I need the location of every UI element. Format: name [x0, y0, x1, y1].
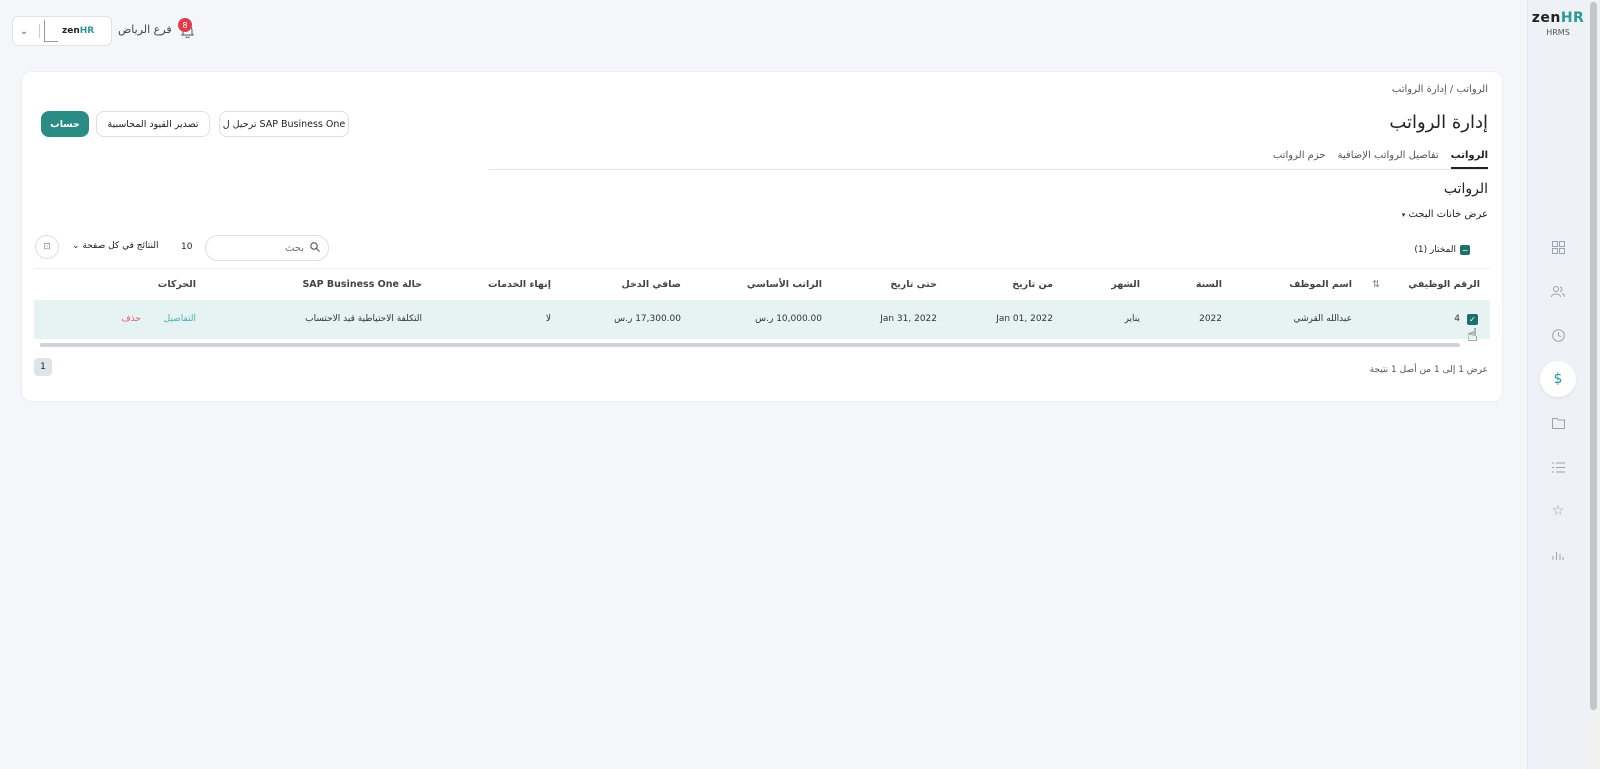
table-horizontal-scrollbar[interactable]: [40, 343, 1460, 347]
company-logo: zenHR: [62, 26, 95, 36]
col-employee-no[interactable]: الرقم الوظيفي: [1408, 279, 1480, 290]
payroll-table: الرقم الوظيفي ⇅ اسم الموظف السنة الشهر م…: [34, 268, 1490, 339]
calculate-button[interactable]: حساب: [41, 111, 89, 137]
per-page-select[interactable]: النتائج في كل صفحة ⌄: [72, 241, 158, 251]
col-month[interactable]: الشهر: [1111, 279, 1140, 290]
selected-count: المختار (1): [1414, 245, 1456, 255]
people-icon[interactable]: [1540, 273, 1576, 309]
selected-filter[interactable]: − المختار (1): [1414, 245, 1470, 255]
payroll-card: الرواتب / إدارة الرواتب إدارة الرواتب حس…: [21, 71, 1503, 402]
cell-employee-no: 4: [1454, 314, 1460, 324]
search-icon: [310, 241, 320, 255]
col-basic-salary[interactable]: الراتب الأساسي: [747, 279, 822, 290]
page-scrollbar[interactable]: [1587, 0, 1600, 769]
page-title: إدارة الرواتب: [1389, 112, 1488, 133]
show-search-fields-toggle[interactable]: عرض خانات البحث ▾: [1402, 209, 1488, 220]
zenhr-logo[interactable]: zenHR HRMS: [1528, 10, 1588, 37]
company-switcher[interactable]: ⌄ zenHR: [12, 16, 112, 46]
branch-name: فرع الرياض: [118, 23, 172, 36]
star-icon[interactable]: ☆: [1540, 493, 1576, 529]
sidebar: zenHR HRMS $ ☆: [1527, 0, 1587, 769]
chart-icon[interactable]: [1540, 537, 1576, 573]
cell-to-date: Jan 31, 2022: [880, 314, 937, 324]
tab-payroll-packages[interactable]: حزم الرواتب: [1273, 150, 1326, 169]
cell-year: 2022: [1199, 314, 1222, 324]
expand-icon[interactable]: ⊡: [35, 235, 59, 259]
table-row[interactable]: ✓ 4 عبدالله القرشي 2022 يناير Jan 01, 20…: [34, 301, 1490, 339]
hand-cursor-icon: ☝: [1467, 325, 1478, 346]
export-entries-button[interactable]: تصدير القيود المحاسبية: [96, 111, 210, 137]
tabs: الرواتب تفاصيل الرواتب الإضافية حزم الرو…: [488, 150, 1488, 170]
logo-zen: zen: [1531, 10, 1561, 26]
dollar-icon[interactable]: $: [1540, 361, 1576, 397]
col-actions: الحركات: [157, 279, 196, 290]
notification-badge: 8: [178, 18, 192, 32]
list-icon[interactable]: [1540, 449, 1576, 485]
results-info: عرض 1 إلى 1 من أصل 1 نتيجة: [1369, 365, 1488, 375]
cell-employee-name: عبدالله القرشي: [1293, 314, 1352, 324]
divider: [39, 24, 40, 38]
logo-hr: HR: [1560, 10, 1585, 26]
col-employee-name[interactable]: اسم الموظف: [1289, 279, 1352, 290]
folder-icon[interactable]: [1540, 405, 1576, 441]
col-year[interactable]: السنة: [1196, 279, 1222, 290]
minus-checkbox-icon: −: [1460, 245, 1470, 255]
chevron-down-icon: ⌄: [19, 25, 29, 37]
search-input[interactable]: [226, 241, 306, 255]
cell-basic-salary: 10,000.00 ر.س: [755, 314, 822, 324]
cell-net-income: 17,300.00 ر.س: [614, 314, 681, 324]
per-page-value[interactable]: 10: [181, 242, 192, 252]
chevron-down-icon: ⌄: [72, 241, 80, 251]
col-from-date[interactable]: من تاريخ: [1012, 279, 1053, 290]
cell-sap-status: التكلفة الاحتياطية قيد الاحتساب: [305, 314, 422, 324]
delete-link[interactable]: حذف: [121, 314, 141, 324]
company-image: [44, 20, 58, 42]
scrollbar-thumb[interactable]: [1590, 2, 1597, 710]
details-link[interactable]: التفاصيل: [164, 314, 196, 324]
cell-from-date: Jan 01, 2022: [996, 314, 1053, 324]
cell-end-of-service: لا: [545, 314, 551, 324]
sort-icon[interactable]: ⇅: [1372, 279, 1380, 290]
section-title: الرواتب: [1443, 181, 1488, 197]
page-1-button[interactable]: 1: [34, 358, 52, 376]
logo-subtitle: HRMS: [1546, 28, 1570, 37]
notifications-button[interactable]: 8: [174, 18, 200, 44]
col-sap-status[interactable]: حالة SAP Business One: [302, 279, 422, 290]
breadcrumb[interactable]: الرواتب / إدارة الرواتب: [1392, 84, 1488, 95]
col-end-of-service[interactable]: إنهاء الخدمات: [488, 279, 551, 290]
col-net-income[interactable]: صافي الدخل: [621, 279, 681, 290]
row-checkbox[interactable]: ✓: [1467, 314, 1478, 325]
table-header: الرقم الوظيفي ⇅ اسم الموظف السنة الشهر م…: [34, 268, 1490, 301]
tab-payroll[interactable]: الرواتب: [1450, 150, 1488, 169]
search-box[interactable]: [205, 235, 329, 261]
post-to-sap-button[interactable]: ترحيل ل SAP Business One: [219, 111, 349, 137]
col-to-date[interactable]: حتى تاريخ: [890, 279, 937, 290]
tab-additional-details[interactable]: تفاصيل الرواتب الإضافية: [1338, 150, 1439, 169]
grid-icon[interactable]: [1540, 229, 1576, 265]
caret-down-icon: ▾: [1401, 211, 1406, 219]
clock-icon[interactable]: [1540, 317, 1576, 353]
cell-month: يناير: [1124, 314, 1140, 324]
